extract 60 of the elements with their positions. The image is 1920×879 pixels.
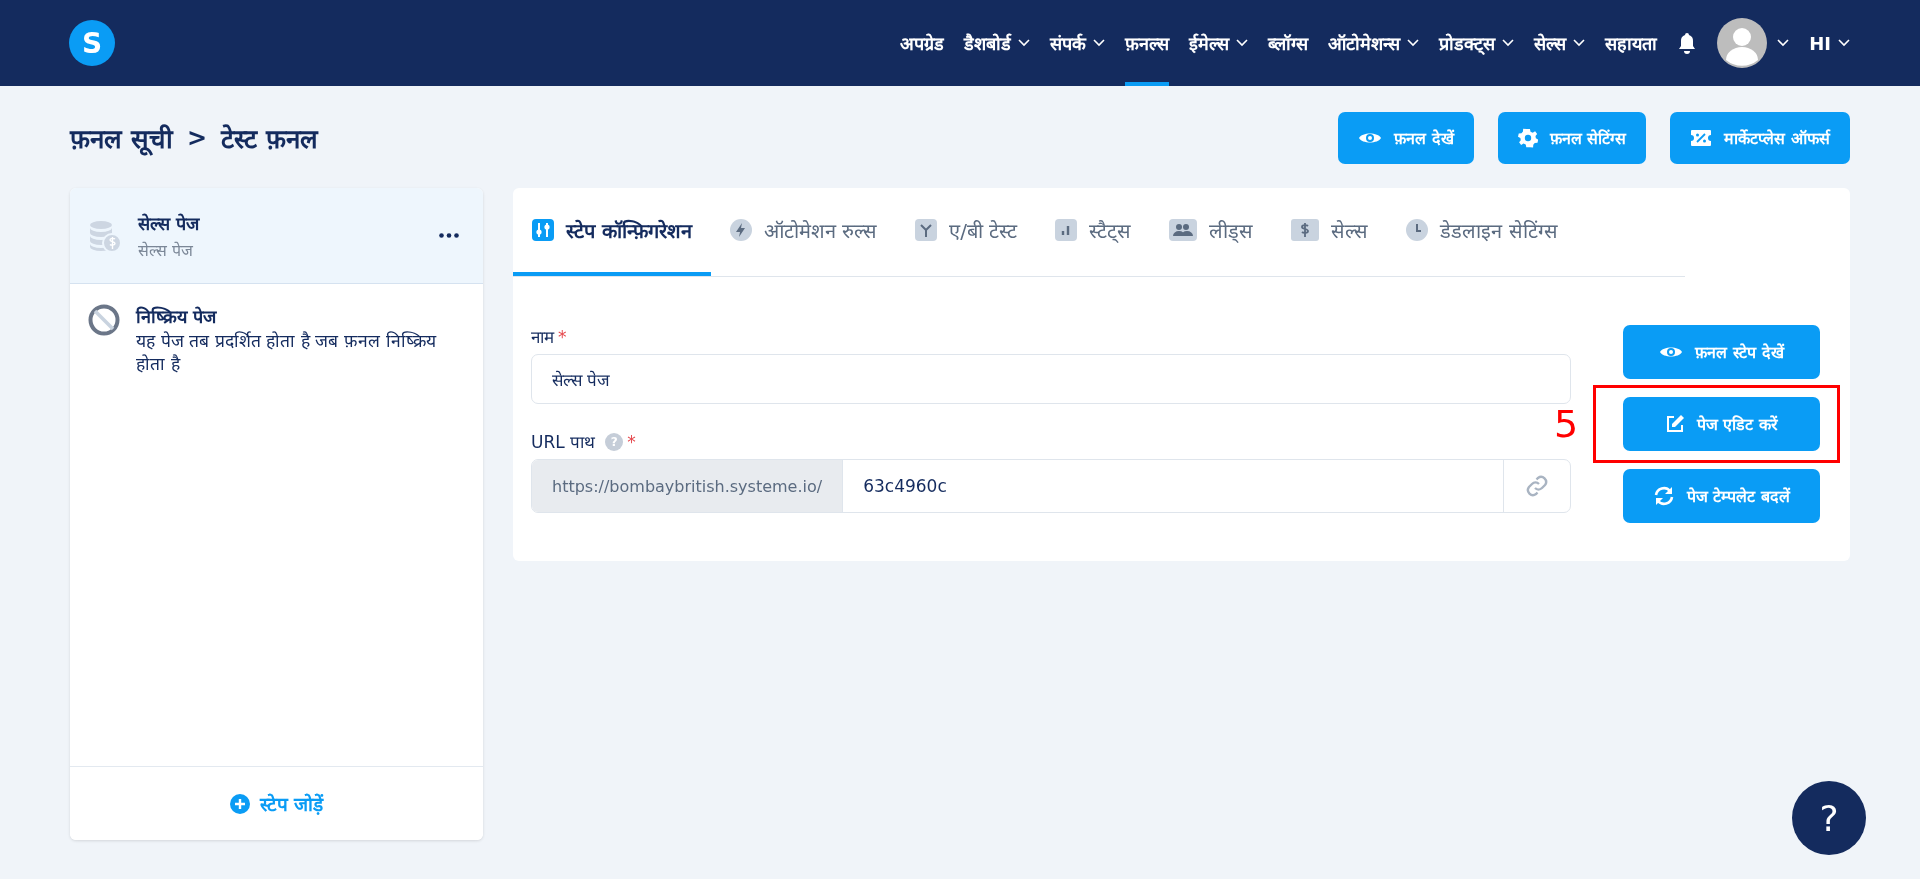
nav-menu-item[interactable]: संपर्क	[1050, 0, 1106, 86]
people-icon	[1169, 219, 1198, 241]
tab[interactable]: ए/बी टेस्ट	[896, 188, 1037, 276]
nav-menu-item[interactable]: ब्लॉग्स	[1268, 0, 1309, 86]
nav-menu-item[interactable]: सहायता	[1605, 0, 1658, 86]
nav-menu-item[interactable]: सेल्स	[1534, 0, 1586, 86]
breadcrumb-current: टेस्ट फ़नल	[221, 123, 319, 156]
breadcrumb-separator: >	[187, 124, 208, 152]
coins-icon	[88, 218, 122, 253]
avatar-icon[interactable]	[1717, 18, 1768, 68]
ticket-icon	[1690, 129, 1713, 147]
nav-menu-item[interactable]: ऑटोमेशन्स	[1328, 0, 1420, 86]
bar-chart-icon	[1055, 219, 1078, 241]
tab[interactable]: सेल्स	[1272, 188, 1388, 276]
tab[interactable]: स्टेप कॉन्फ़िगरेशन	[513, 188, 711, 276]
field-label: नाम	[531, 326, 554, 348]
step-title: निष्क्रिय पेज	[136, 305, 218, 328]
bell-icon[interactable]	[1677, 32, 1698, 54]
step-description: यह पेज तब प्रदर्शित होता है जब फ़नल निष्क्रिय होता है	[136, 330, 438, 376]
breadcrumb-link[interactable]: फ़नल सूची	[70, 120, 174, 156]
chevron-down-icon	[1236, 39, 1249, 47]
dollar-icon	[1291, 219, 1320, 241]
tab[interactable]: लीड्स	[1150, 188, 1273, 276]
lightning-icon	[729, 219, 752, 241]
url-path-field[interactable]: https://bombaybritish.systeme.io/ 63c4960c	[531, 459, 1571, 513]
step-title: सेल्स पेज	[138, 211, 201, 235]
prohibited-icon	[88, 304, 120, 336]
url-prefix: https://bombaybritish.systeme.io/	[532, 460, 844, 512]
chevron-down-icon	[1838, 39, 1850, 47]
nav-menu-item[interactable]: अपग्रेड	[900, 0, 945, 86]
step-number: 5	[1554, 402, 1579, 446]
chevron-down-icon	[1573, 39, 1586, 47]
chevron-down-icon	[1777, 39, 1790, 47]
split-icon	[915, 219, 938, 241]
tab[interactable]: ऑटोमेशन रुल्स	[710, 188, 897, 276]
clock-icon	[1406, 219, 1429, 241]
settings-icon	[1517, 128, 1538, 148]
more-icon[interactable]	[439, 233, 459, 238]
chevron-down-icon	[1502, 39, 1515, 47]
required-asterisk: *	[558, 326, 567, 347]
nav-menu-item[interactable]: फ़नल्स	[1125, 0, 1170, 86]
field-label: URL पाथ	[531, 431, 596, 453]
plus-circle-icon	[229, 793, 250, 814]
chevron-down-icon	[1018, 39, 1031, 47]
chevron-down-icon	[1093, 39, 1106, 47]
required-asterisk: *	[627, 431, 636, 452]
help-button[interactable]: ?	[1792, 781, 1866, 855]
step-subtitle: सेल्स पेज	[138, 239, 195, 261]
chevron-down-icon	[1407, 39, 1420, 47]
tab[interactable]: स्टैट्स	[1036, 188, 1151, 276]
edit-icon	[1664, 414, 1685, 434]
nav-menu-item[interactable]: ईमेल्स	[1189, 0, 1249, 86]
nav-menu-item[interactable]: डैशबोर्ड	[964, 0, 1031, 86]
funnel-step[interactable]: सेल्स पेज सेल्स पेज	[70, 188, 483, 284]
tab[interactable]: डेडलाइन सेटिंग्स	[1387, 188, 1577, 276]
sliders-icon	[532, 219, 554, 241]
name-input-field[interactable]: सेल्स पेज	[531, 354, 1571, 404]
refresh-icon	[1652, 485, 1675, 507]
language-selector[interactable]: HI	[1809, 0, 1850, 86]
nav-menu-item[interactable]: प्रोडक्ट्स	[1439, 0, 1515, 86]
